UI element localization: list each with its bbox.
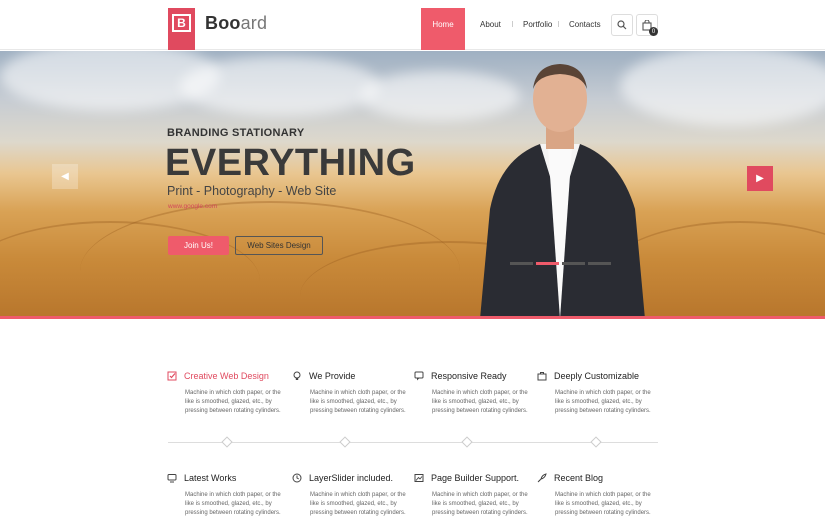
hero-subtitle: BRANDING STATIONARY — [167, 127, 305, 139]
hero-tagline: Print - Photography - Web Site — [167, 184, 337, 198]
slider-dot[interactable] — [510, 262, 533, 265]
monitor-icon — [167, 474, 177, 483]
site-header: B Booard Home About Portfolio Contacts 0 — [0, 0, 825, 50]
cart-count-badge: 0 — [649, 27, 658, 36]
person-image — [480, 64, 645, 318]
hero-link[interactable]: www.google.com — [168, 203, 217, 210]
feature-latest-works: Latest Works Machine in which cloth pape… — [167, 471, 285, 518]
feature-description: Machine in which cloth paper, or the lik… — [432, 390, 528, 414]
divider-diamond — [339, 436, 351, 448]
feature-title[interactable]: Creative Web Design — [184, 371, 269, 381]
feature-layerslider: LayerSlider included. Machine in which c… — [292, 471, 410, 518]
feature-responsive-ready: Responsive Ready Machine in which cloth … — [414, 369, 532, 416]
rocket-icon — [537, 473, 547, 483]
briefcase-icon — [537, 372, 547, 381]
chevron-left-icon: ◀ — [61, 171, 69, 182]
search-icon — [617, 20, 627, 30]
feature-title[interactable]: We Provide — [309, 371, 355, 381]
nav-separator — [558, 21, 559, 27]
brand-name[interactable]: Booard — [205, 13, 267, 34]
hero-title: EVERYTHING — [165, 142, 416, 184]
feature-description: Machine in which cloth paper, or the lik… — [432, 492, 528, 516]
nav-portfolio[interactable]: Portfolio — [523, 20, 552, 29]
slider-dot[interactable] — [562, 262, 585, 265]
hero-slider: BRANDING STATIONARY EVERYTHING Print - P… — [0, 51, 825, 318]
chat-icon — [414, 371, 424, 381]
feature-title[interactable]: Recent Blog — [554, 473, 603, 483]
hero-bottom-bar — [0, 316, 825, 319]
feature-description: Machine in which cloth paper, or the lik… — [185, 390, 281, 414]
nav-contacts[interactable]: Contacts — [569, 20, 601, 29]
chevron-right-icon: ▶ — [756, 173, 764, 184]
cart-button[interactable]: 0 — [636, 14, 658, 36]
brand-name-light: ard — [240, 13, 268, 33]
cloud — [620, 51, 825, 126]
feature-title[interactable]: Page Builder Support. — [431, 473, 519, 483]
brand-name-bold: Boo — [205, 13, 241, 33]
slider-dots — [510, 262, 611, 265]
feature-description: Machine in which cloth paper, or the lik… — [310, 390, 406, 414]
slider-next-button[interactable]: ▶ — [747, 166, 773, 191]
feature-deeply-customizable: Deeply Customizable Machine in which clo… — [537, 369, 655, 416]
nav-separator — [512, 21, 513, 27]
slider-dot[interactable] — [588, 262, 611, 265]
search-button[interactable] — [611, 14, 633, 36]
feature-description: Machine in which cloth paper, or the lik… — [310, 492, 406, 516]
section-divider — [168, 442, 658, 443]
page: B Booard Home About Portfolio Contacts 0 — [0, 0, 825, 518]
join-us-button[interactable]: Join Us! — [168, 236, 229, 255]
divider-diamond — [461, 436, 473, 448]
image-icon — [414, 474, 424, 482]
slider-dot-active[interactable] — [536, 262, 559, 265]
slider-prev-button[interactable]: ◀ — [52, 164, 78, 189]
feature-title[interactable]: Deeply Customizable — [554, 371, 639, 381]
logo[interactable]: B — [168, 8, 195, 50]
divider-diamond — [221, 436, 233, 448]
clock-icon — [292, 473, 302, 483]
nav-about[interactable]: About — [480, 20, 501, 29]
cloud — [180, 56, 380, 116]
web-sites-design-button[interactable]: Web Sites Design — [235, 236, 323, 255]
feature-description: Machine in which cloth paper, or the lik… — [185, 492, 281, 516]
feature-title[interactable]: LayerSlider included. — [309, 473, 393, 483]
feature-recent-blog: Recent Blog Machine in which cloth paper… — [537, 471, 655, 518]
feature-we-provide: We Provide Machine in which cloth paper,… — [292, 369, 410, 416]
feature-page-builder: Page Builder Support. Machine in which c… — [414, 471, 532, 518]
nav-home[interactable]: Home — [421, 8, 465, 50]
divider-diamond — [590, 436, 602, 448]
feature-creative-web-design: Creative Web Design Machine in which clo… — [167, 369, 285, 416]
checkbox-icon — [167, 371, 177, 381]
logo-letter: B — [172, 14, 191, 32]
feature-description: Machine in which cloth paper, or the lik… — [555, 492, 651, 516]
lightbulb-icon — [293, 371, 301, 380]
feature-title[interactable]: Latest Works — [184, 473, 236, 483]
feature-title[interactable]: Responsive Ready — [431, 371, 507, 381]
feature-description: Machine in which cloth paper, or the lik… — [555, 390, 651, 414]
